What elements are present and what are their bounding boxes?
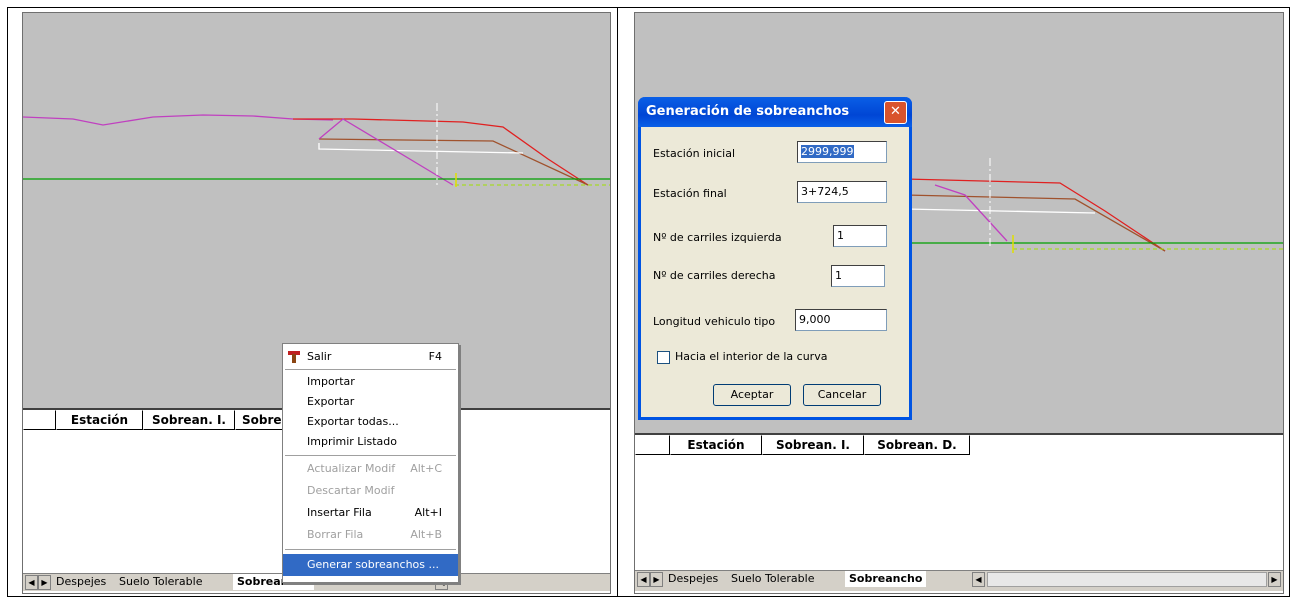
magenta-slope-line (934, 184, 1008, 242)
aceptar-button[interactable]: Aceptar (713, 384, 791, 406)
right-data-grid[interactable]: Estación Sobrean. I. Sobrean. D. (635, 433, 1283, 572)
dialog-titlebar[interactable]: Generación de sobreanchos ✕ (638, 97, 912, 127)
left-grid-header: Estación Sobrean. I. Sobrea (23, 410, 295, 430)
tab-suelo-tolerable[interactable]: Suelo Tolerable (727, 571, 818, 587)
close-icon[interactable]: ✕ (884, 101, 907, 124)
tab-despejes[interactable]: Despejes (52, 574, 110, 590)
cancelar-button[interactable]: Cancelar (803, 384, 881, 406)
input-carriles-izquierda[interactable]: 1 (833, 225, 887, 247)
col-header-estacion[interactable]: Estación (670, 435, 762, 455)
tab-sobreancho[interactable]: Sobreancho (845, 571, 927, 587)
menu-item-exportar-todas[interactable]: Exportar todas... (283, 412, 458, 432)
menu-item-salir[interactable]: Salir F4 (283, 347, 458, 367)
generar-sobreanchos-dialog: Generación de sobreanchos ✕ Estación ini… (638, 97, 912, 420)
right-sheet-tabbar: ◀ ▶ Despejes Suelo Tolerable Sobreancho … (635, 570, 1283, 591)
checkbox-hacia-interior[interactable] (657, 351, 670, 364)
hscroll-track[interactable] (987, 572, 1267, 587)
brown-platform-line (318, 138, 589, 186)
input-carriles-derecha[interactable]: 1 (831, 265, 885, 287)
menu-item-borrar-fila: Borrar Fila Alt+B (307, 528, 442, 541)
label-carriles-izquierda: Nº de carriles izquierda (653, 231, 782, 244)
input-estacion-inicial[interactable]: 2999,999 (797, 141, 887, 163)
col-header-sobrean-i[interactable]: Sobrean. I. (762, 435, 864, 455)
col-header-sobrean-i[interactable]: Sobrean. I. (143, 410, 235, 430)
right-screenshot-frame: Estación Sobrean. I. Sobrean. D. ◀ ▶ Des… (617, 7, 1290, 597)
input-estacion-final[interactable]: 3+724,5 (797, 181, 887, 203)
row-header-corner (635, 435, 670, 455)
right-window: Estación Sobrean. I. Sobrean. D. ◀ ▶ Des… (634, 12, 1284, 594)
white-subgrade-line (318, 143, 524, 154)
menu-separator (285, 549, 456, 550)
red-platform-line (904, 178, 1166, 252)
tab-suelo-tolerable[interactable]: Suelo Tolerable (115, 574, 206, 590)
tab-next-icon[interactable]: ▶ (38, 575, 51, 590)
label-longitud-vehiculo: Longitud vehiculo tipo (653, 315, 776, 328)
menu-item-imprimir-listado[interactable]: Imprimir Listado (283, 432, 458, 452)
menu-item-descartar-modif: Descartar Modif (307, 484, 395, 497)
hscroll-right-icon[interactable]: ▶ (1268, 572, 1281, 587)
menu-item-importar[interactable]: Importar (283, 372, 458, 392)
dialog-title: Generación de sobreanchos (646, 104, 850, 119)
input-longitud-vehiculo[interactable]: 9,000 (795, 309, 887, 331)
label-estacion-inicial: Estación inicial (653, 147, 736, 160)
col-header-estacion[interactable]: Estación (56, 410, 143, 430)
left-window: Estación Sobrean. I. Sobrea ◀ ▶ Despejes… (22, 12, 611, 594)
label-estacion-final: Estación final (653, 187, 727, 200)
tab-despejes[interactable]: Despejes (664, 571, 722, 587)
menu-item-generar-sobreanchos[interactable]: Generar sobreanchos ... (283, 554, 458, 576)
label-carriles-derecha: Nº de carriles derecha (653, 269, 776, 282)
tab-next-icon[interactable]: ▶ (650, 572, 663, 587)
tab-prev-icon[interactable]: ◀ (25, 575, 38, 590)
menu-item-insertar-fila[interactable]: Insertar Fila Alt+I (283, 503, 458, 523)
context-menu: Salir F4 Importar Exportar Exportar toda… (282, 343, 459, 583)
exit-icon (287, 350, 301, 364)
terrain-line (23, 114, 334, 126)
magenta-slope-line (318, 118, 454, 186)
menu-separator (285, 455, 456, 456)
row-header-corner (23, 410, 56, 430)
label-hacia-interior: Hacia el interior de la curva (675, 350, 828, 363)
menu-separator (285, 369, 456, 370)
tab-prev-icon[interactable]: ◀ (637, 572, 650, 587)
menu-item-actualizar-modif: Actualizar Modif Alt+C (307, 462, 442, 475)
left-screenshot-frame: Estación Sobrean. I. Sobrea ◀ ▶ Despejes… (7, 7, 619, 597)
right-grid-header: Estación Sobrean. I. Sobrean. D. (635, 435, 970, 455)
menu-item-exportar[interactable]: Exportar (283, 392, 458, 412)
hscroll-left-icon[interactable]: ◀ (972, 572, 985, 587)
white-subgrade-line (904, 208, 1096, 214)
col-header-sobrean-d[interactable]: Sobrean. D. (864, 435, 970, 455)
